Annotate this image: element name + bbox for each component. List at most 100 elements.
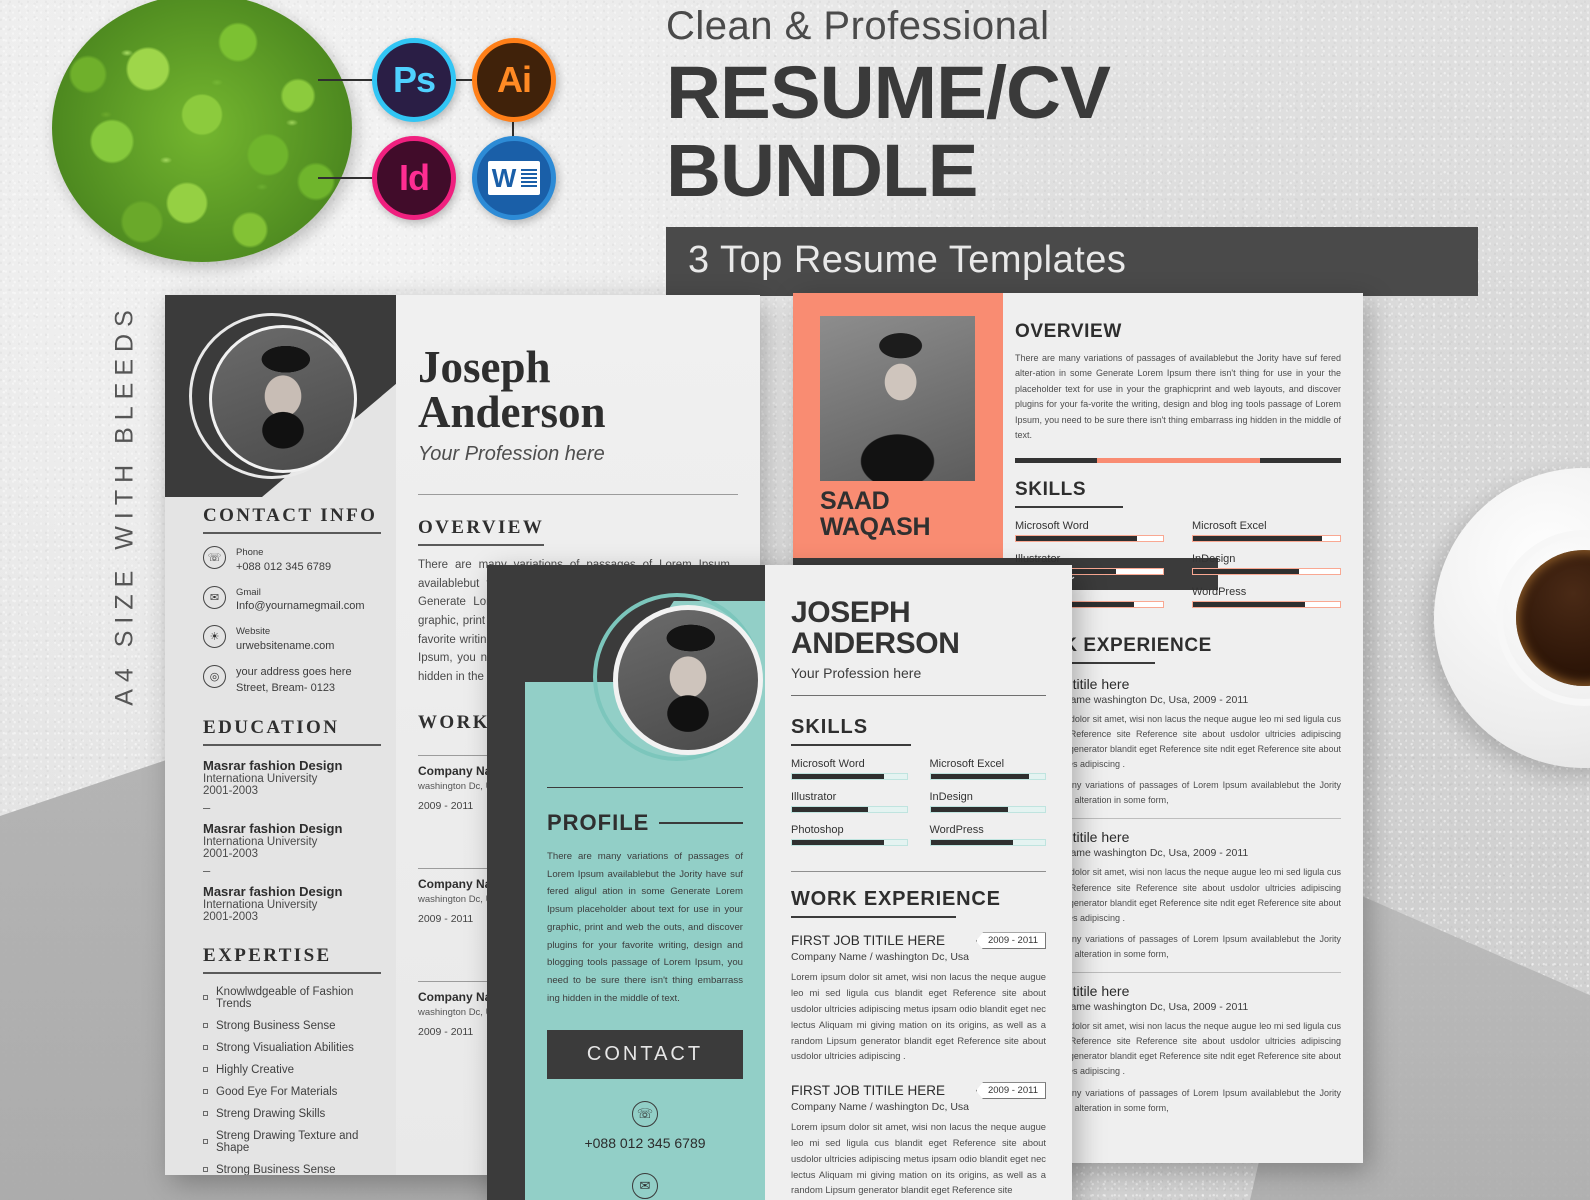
education-school: Internationa University <box>203 772 318 785</box>
coral-portrait-photo <box>820 316 975 481</box>
illustrator-icon[interactable]: Ai <box>472 38 556 122</box>
bullet-icon <box>203 1139 208 1145</box>
header-band-text: 3 Top Resume Templates <box>688 239 1127 282</box>
contact-list: ☏ Phone +088 012 345 6789 ✉ Gmail Info@y… <box>203 546 381 697</box>
contact-label: Phone <box>236 547 264 558</box>
expertise-item: Streng Drawing Texture and Shape <box>203 1130 381 1154</box>
skill-item: Microsoft Excel <box>929 758 1046 781</box>
classic-overview-title: OVERVIEW <box>418 517 545 546</box>
bullet-icon <box>203 1167 208 1173</box>
skill-item: Microsoft Word <box>1015 520 1164 542</box>
expertise-item: Streng Drawing Skills <box>203 1108 381 1120</box>
profile-text: There are many variations of passages of… <box>547 851 743 1004</box>
mail-icon: ✉ <box>632 1172 658 1199</box>
contact-button[interactable]: CONTACT <box>547 1029 743 1079</box>
expertise-text: Highly Creative <box>216 1063 294 1076</box>
expertise-item: Strong Business Sense <box>203 1164 381 1175</box>
contact-label: Gmail <box>236 586 261 598</box>
teal-skills-underline <box>791 744 911 747</box>
expertise-text: Streng Drawing Skills <box>216 1107 326 1120</box>
skill-track <box>929 773 1046 781</box>
teal-profession: Your Profession here <box>791 665 922 682</box>
contact-value: Info@yournamegmail.com <box>236 600 365 613</box>
photoshop-label: Ps <box>392 59 436 100</box>
education-years: 2001-2003 <box>203 847 258 860</box>
skill-track <box>791 773 908 781</box>
header-subtitle: Clean & Professional <box>666 4 1050 48</box>
education-degree: Masrar fashion Design <box>203 883 343 899</box>
coral-skill-col-right: Microsoft Excel InDesign WordPress <box>1192 520 1341 619</box>
skill-label: WordPress <box>929 824 984 837</box>
teal-name-line1: JOSEPH <box>791 596 911 629</box>
coral-skills-underline <box>1015 505 1123 508</box>
coral-name-line1: SAAD <box>820 487 890 515</box>
contact-label: your address goes here <box>236 666 352 679</box>
expertise-text: Strong Business Sense <box>216 1163 336 1175</box>
skill-track <box>1015 534 1164 542</box>
contact-info-title: CONTACT INFO <box>203 505 381 534</box>
expertise-title: EXPERTISE <box>203 945 381 974</box>
education-years: 2001-2003 <box>203 910 258 923</box>
expertise-item: Highly Creative <box>203 1064 381 1076</box>
teal-photo-wrap <box>593 593 763 761</box>
skill-item: Photoshop <box>791 824 908 847</box>
teal-work-item: FIRST JOB TITILE HERE 2009 - 2011 Compan… <box>791 932 1046 1064</box>
skill-item: WordPress <box>929 824 1046 847</box>
education-item: Masrar fashion Design Internationa Unive… <box>203 821 381 860</box>
indesign-icon[interactable]: Id <box>372 136 456 220</box>
skill-label: Microsoft Word <box>1015 519 1089 532</box>
coral-overview-text: There are many variations of passages of… <box>1015 353 1341 441</box>
teal-work-item: FIRST JOB TITILE HERE 2009 - 2011 Compan… <box>791 1082 1046 1198</box>
globe-icon: ☀ <box>203 625 226 649</box>
skill-track <box>791 839 908 847</box>
skill-item: InDesign <box>929 791 1046 814</box>
contact-label: Website <box>236 626 271 638</box>
resume-card-teal[interactable]: PROFILE There are many variations of pas… <box>487 565 1072 1200</box>
header-title: RESUME/CV BUNDLE <box>666 51 1111 212</box>
phone-icon: ☏ <box>203 546 226 569</box>
expertise-item: Knowlwdgeable of Fashion Trends <box>203 986 381 1010</box>
skill-track <box>929 839 1046 847</box>
teal-name-line2: ANDERSON <box>791 627 960 661</box>
contact-row: ✉ Gmail Info@yournamegmail.com <box>203 585 381 616</box>
side-label-a4: A4 SIZE WITH BLEEDS <box>110 303 139 706</box>
teal-phone: +088 012 345 6789 <box>584 1134 706 1151</box>
classic-photo-wrap <box>189 313 357 479</box>
job-company: Company Name / washington Dc, Usa <box>791 1101 969 1114</box>
teal-profile-rule <box>547 787 743 788</box>
job-year-badge: 2009 - 2011 <box>975 1082 1046 1100</box>
photoshop-icon[interactable]: Ps <box>372 38 456 122</box>
skill-track <box>1192 534 1341 542</box>
education-degree: Masrar fashion Design <box>203 757 343 773</box>
education-list: Masrar fashion Design Internationa Unive… <box>203 758 381 923</box>
education-separator: – <box>203 862 211 878</box>
skill-item: WordPress <box>1192 586 1341 608</box>
skill-item: Microsoft Word <box>791 758 908 781</box>
bullet-icon <box>203 1089 208 1095</box>
education-degree: Masrar fashion Design <box>203 820 343 836</box>
connector-line-ps <box>318 79 376 81</box>
skill-track <box>791 806 908 814</box>
coral-name-line2: WAQASH <box>820 512 931 541</box>
poster-header: Clean & Professional RESUME/CV BUNDLE 3 … <box>666 4 1478 297</box>
skill-label: Microsoft Excel <box>929 758 1005 771</box>
expertise-item: Good Eye For Materials <box>203 1086 381 1098</box>
contact-value: urwebsitename.com <box>236 640 335 653</box>
indesign-label: Id <box>399 157 430 198</box>
teal-name-rule <box>791 695 1046 697</box>
teal-work-title: WORK EXPERIENCE <box>791 888 1001 911</box>
skill-label: Illustrator <box>791 791 837 804</box>
word-icon[interactable]: W <box>472 136 556 220</box>
plant-photo <box>52 0 352 262</box>
bullet-icon <box>203 1023 208 1029</box>
expertise-text: Strong Business Sense <box>216 1019 336 1032</box>
education-item: Masrar fashion Design Internationa Unive… <box>203 884 381 923</box>
education-separator: – <box>203 799 211 815</box>
job-title: FIRST JOB TITILE HERE <box>791 933 946 949</box>
skill-item: InDesign <box>1192 553 1341 575</box>
contact-row: ◎ your address goes here Street, Bream- … <box>203 665 381 697</box>
classic-left-column: CONTACT INFO ☏ Phone +088 012 345 6789 ✉… <box>165 295 396 1175</box>
skill-label: WordPress <box>1192 585 1247 598</box>
teal-main-column: JOSEPH ANDERSON Your Profession here SKI… <box>765 565 1072 1200</box>
word-letter: W <box>487 161 519 195</box>
